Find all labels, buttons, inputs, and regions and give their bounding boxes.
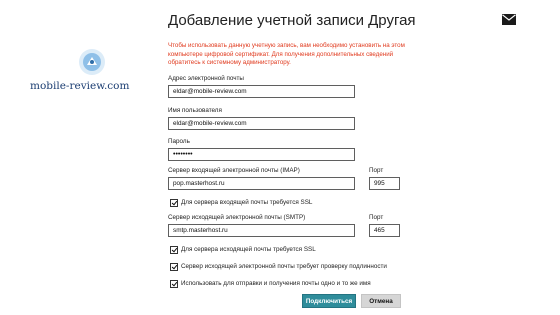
email-field[interactable]: eldar@mobile-review.com [168,85,355,98]
outgoing-auth-checkbox[interactable] [170,263,178,271]
password-field[interactable]: •••••••• [168,148,355,161]
dialog-title: Добавление учетной записи Другая [168,12,416,29]
email-label: Адрес электронной почты [168,75,244,82]
incoming-server-field[interactable]: pop.masterhost.ru [168,177,355,190]
envelope-icon [502,14,516,25]
incoming-port-field[interactable]: 995 [369,177,400,190]
watermark-logo-icon [79,49,105,75]
outgoing-ssl-checkbox[interactable] [170,246,178,254]
watermark-logo: mobile-review.com [30,48,140,98]
incoming-ssl-checkbox[interactable] [170,199,178,207]
username-label: Имя пользователя [168,107,222,114]
same-credentials-label: Использовать для отправки и получения по… [181,280,371,287]
same-credentials-checkbox[interactable] [170,280,178,288]
password-label: Пароль [168,138,190,145]
outgoing-auth-label: Сервер исходящей электронной почты требу… [181,263,387,270]
outgoing-server-field[interactable]: smtp.masterhost.ru [168,224,355,237]
outgoing-port-field[interactable]: 465 [369,224,400,237]
incoming-server-label: Сервер входящей электронной почты (IMAP) [168,167,300,174]
connect-button[interactable]: Подключиться [302,294,356,308]
watermark-text: mobile-review.com [30,80,130,92]
outgoing-server-label: Сервер исходящей электронной почты (SMTP… [168,214,306,221]
cancel-button[interactable]: Отмена [361,294,401,308]
incoming-port-label: Порт [369,167,384,174]
incoming-ssl-label: Для сервера входящей почты требуется SSL [181,199,313,206]
certificate-warning: Чтобы использовать данную учетную запись… [168,42,405,67]
outgoing-port-label: Порт [369,214,384,221]
username-field[interactable]: eldar@mobile-review.com [168,117,355,130]
outgoing-ssl-label: Для сервера исходящей почты требуется SS… [181,246,316,253]
